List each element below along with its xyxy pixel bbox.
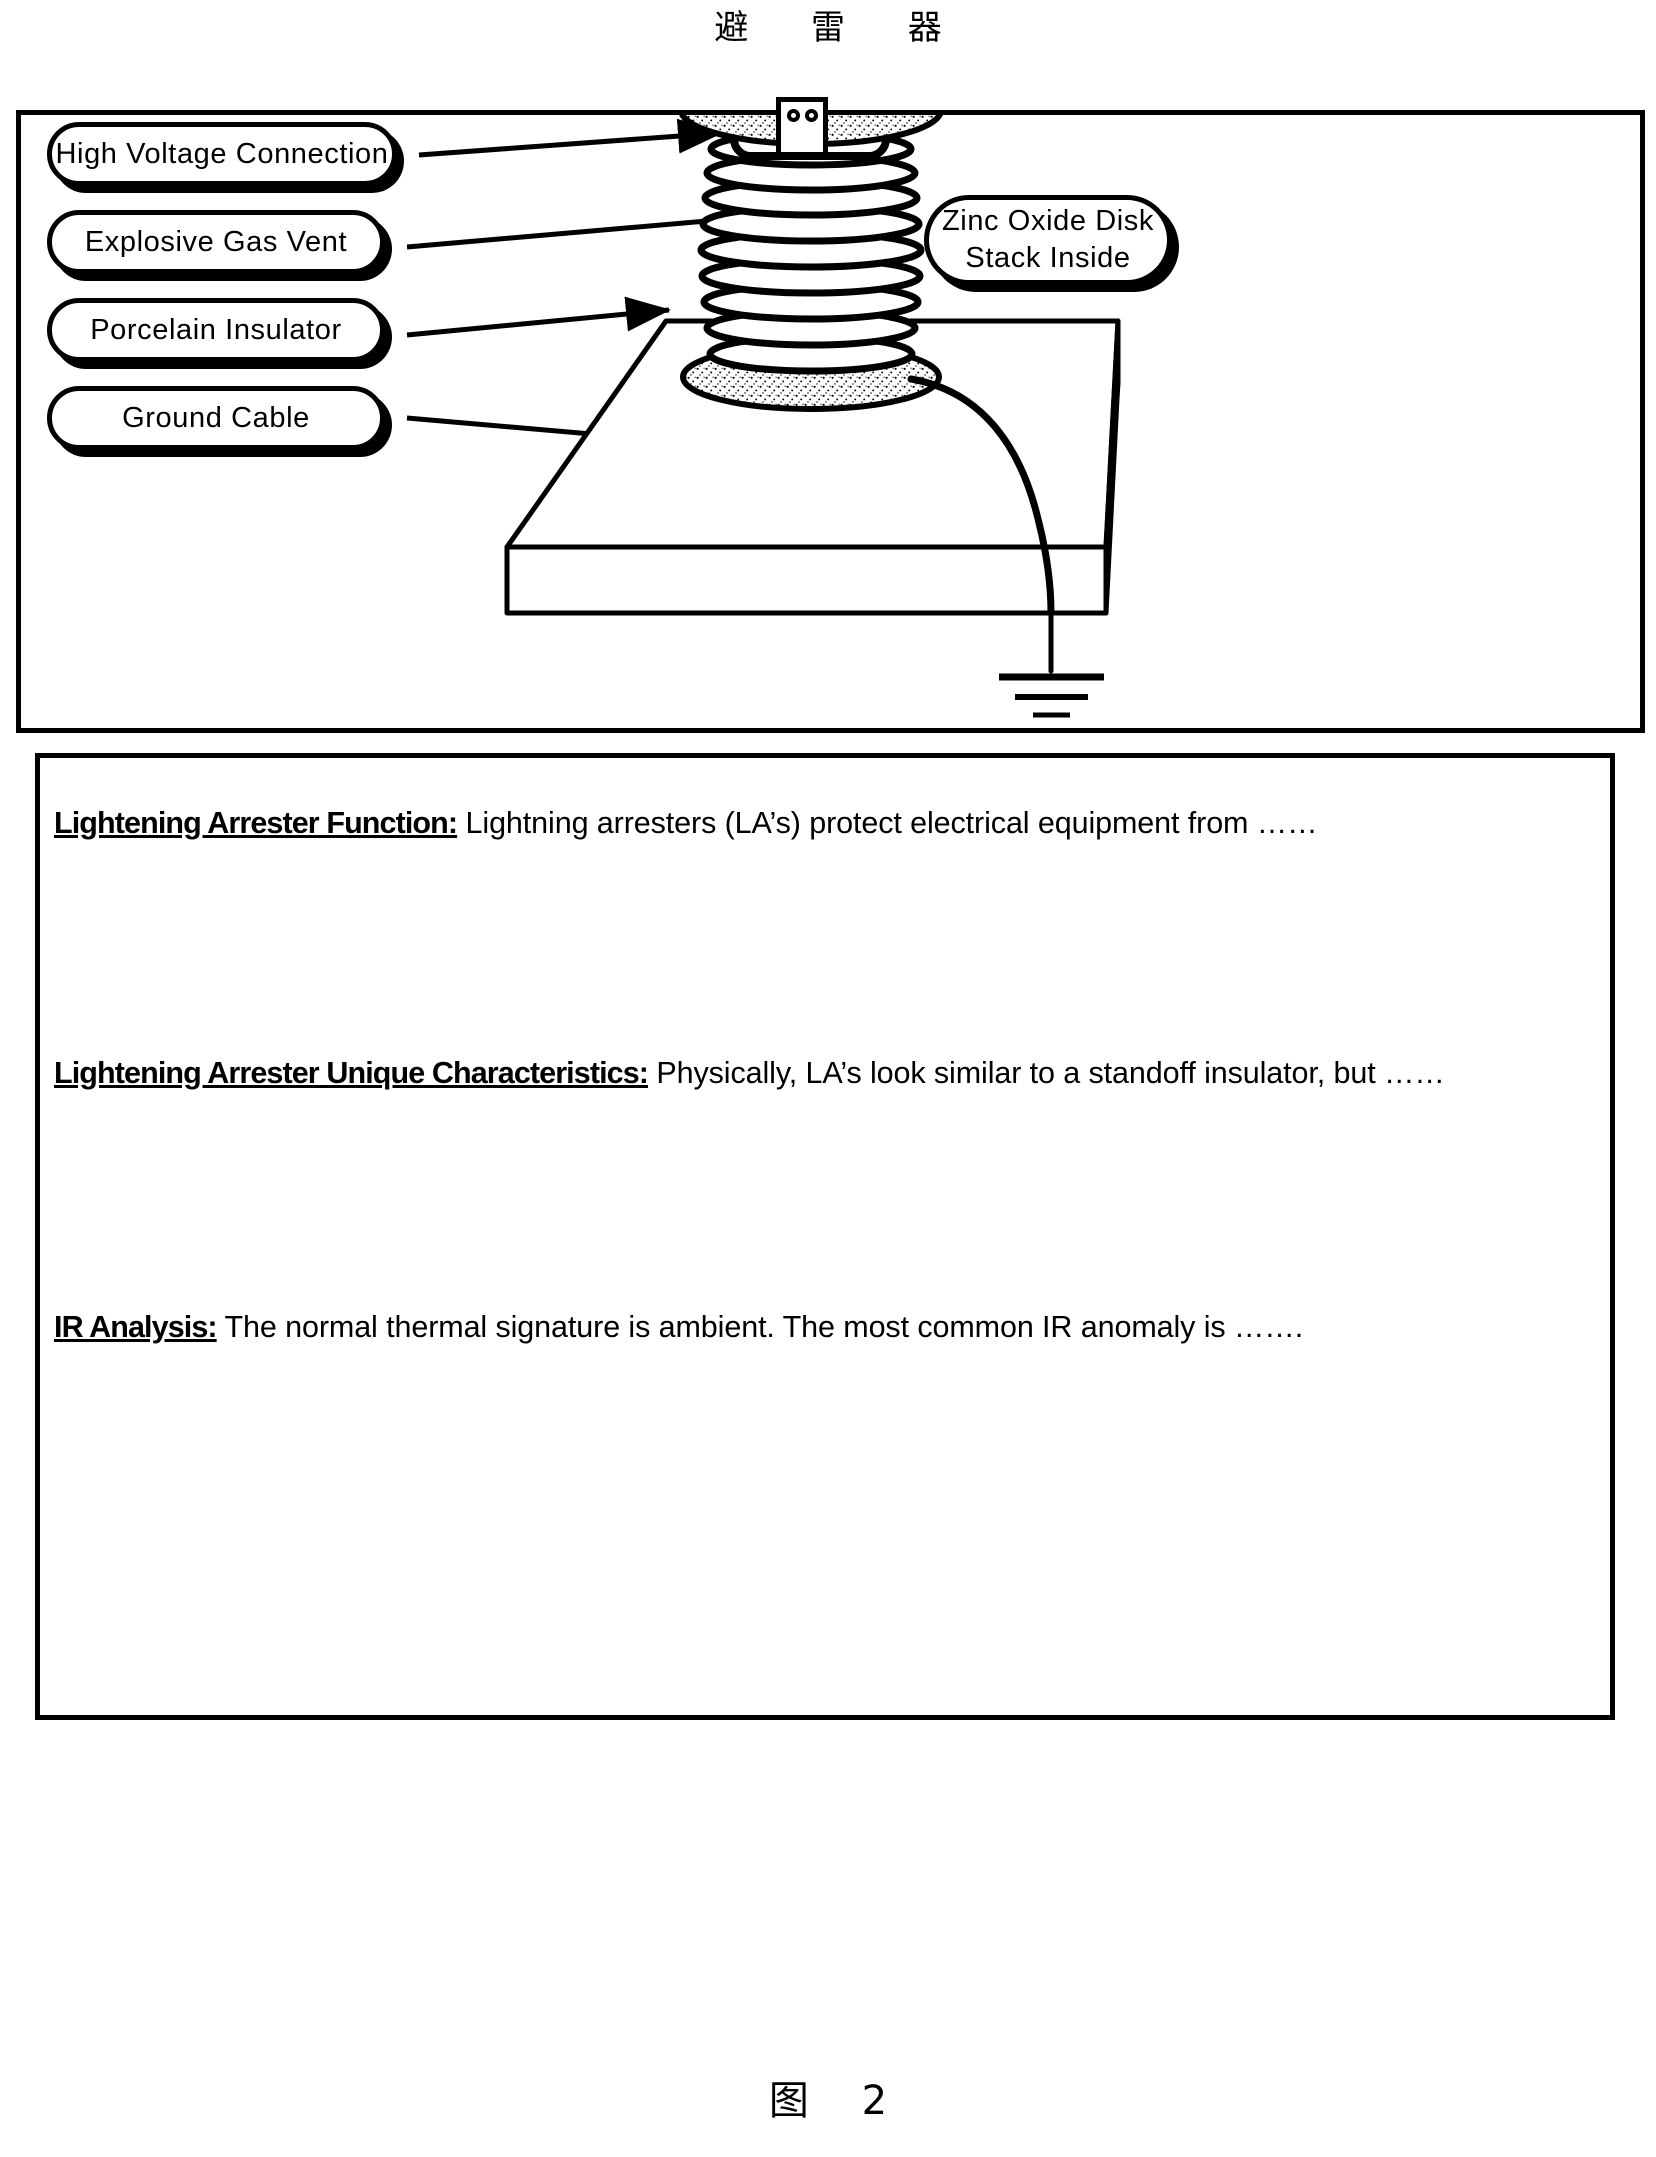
callout-zinc-oxide-disk-stack[interactable]: Zinc Oxide Disk Stack Inside: [924, 195, 1172, 285]
callout-label-block: Zinc Oxide Disk Stack Inside: [942, 203, 1154, 277]
paragraph-body-text: Lightning arresters (LA’s) protect elect…: [457, 805, 1318, 840]
paragraph-lightening-arrester-function: Lightening Arrester Function: Lightning …: [54, 803, 1454, 844]
callout-label-line1: Zinc Oxide Disk: [941, 205, 1155, 237]
callout-label: Explosive Gas Vent: [84, 225, 348, 258]
terminal-bolt-left-icon: [786, 109, 800, 122]
paragraph-lightening-arrester-unique-characteristics: Lightening Arrester Unique Characteristi…: [54, 1053, 1534, 1094]
paragraph-body-text: Physically, LA’s look similar to a stand…: [648, 1055, 1445, 1090]
callout-label: Porcelain Insulator: [90, 313, 342, 346]
figure-caption: 图 2: [768, 2078, 908, 2124]
leader-line-porcelain: [406, 296, 671, 338]
callout-ground-cable[interactable]: Ground Cable: [47, 386, 385, 450]
paragraph-ir-analysis: IR Analysis: The normal thermal signatur…: [54, 1307, 1524, 1348]
lightning-arrester-diagram-panel: High Voltage Connection Explosive Gas Ve…: [16, 97, 1645, 733]
earth-ground-symbol: [999, 673, 1104, 718]
paragraph-lead-label: Lightening Arrester Function:: [54, 805, 458, 840]
callout-label: High Voltage Connection: [55, 137, 389, 170]
callout-high-voltage-connection[interactable]: High Voltage Connection: [47, 122, 397, 186]
callout-porcelain-insulator[interactable]: Porcelain Insulator: [47, 298, 385, 362]
callout-label-line2: Stack Inside: [965, 242, 1131, 274]
paragraph-body-text: The normal thermal signature is ambient.…: [216, 1309, 1304, 1344]
description-text-panel: Lightening Arrester Function: Lightning …: [35, 753, 1615, 1720]
page-title: 避 雷 器: [714, 8, 968, 48]
paragraph-lead-label: Lightening Arrester Unique Characteristi…: [54, 1055, 649, 1090]
terminal-bolt-right-icon: [804, 109, 818, 122]
pad-front-face: [504, 544, 1109, 616]
leader-line-high-voltage: [418, 118, 723, 158]
callout-label: Ground Cable: [122, 401, 310, 434]
porcelain-shed-stack: [697, 129, 925, 375]
paragraph-lead-label: IR Analysis:: [54, 1309, 218, 1344]
terminal-cap: [776, 97, 828, 157]
callout-explosive-gas-vent[interactable]: Explosive Gas Vent: [47, 210, 385, 274]
